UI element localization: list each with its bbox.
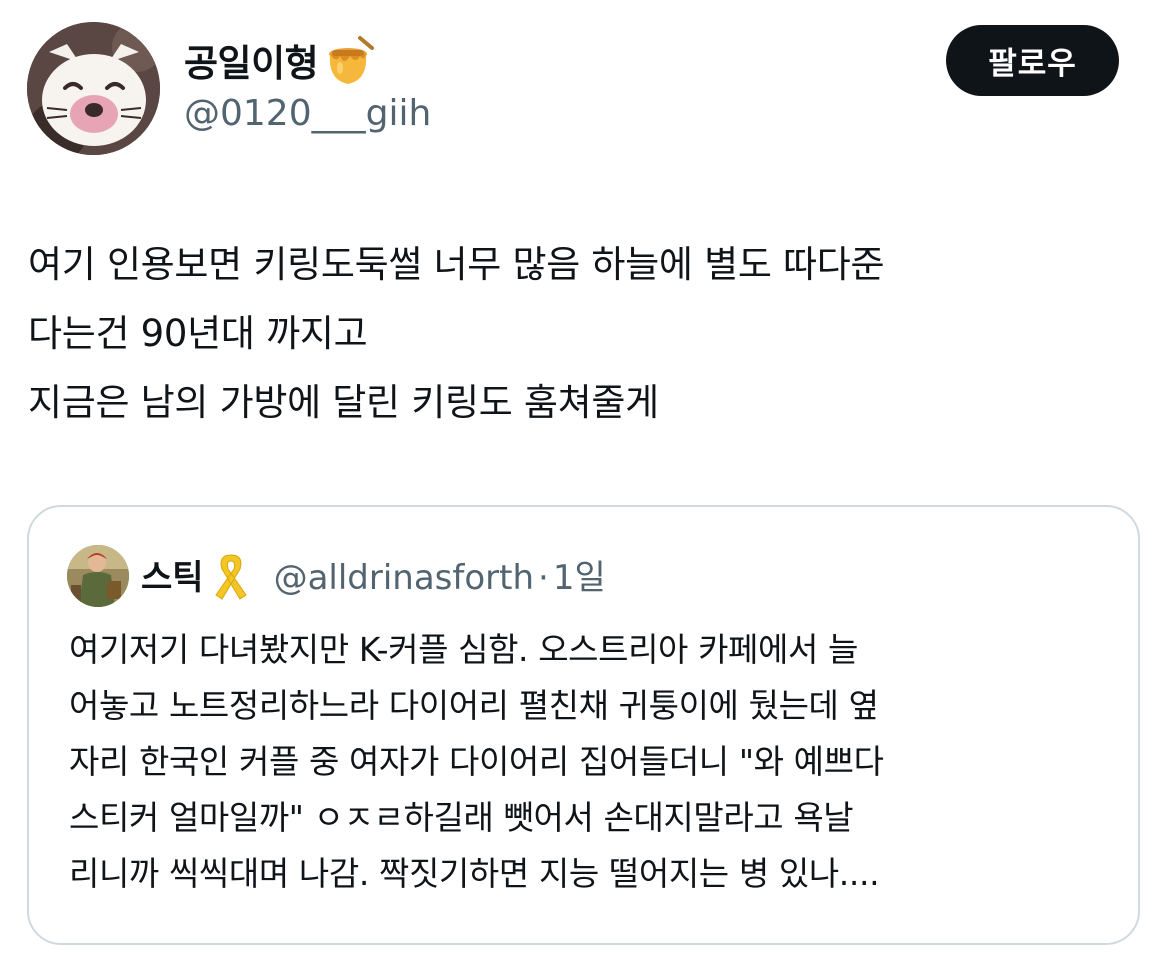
tweet-text-line: 다는건 90년대 까지고 (28, 312, 368, 355)
yellow-ribbon-icon (214, 551, 248, 605)
author-avatar[interactable] (27, 22, 160, 155)
quoted-tweet-card[interactable]: 스틱 @alldrinasforth · 1일 여기저기 다녀봤지만 K-커플 … (27, 505, 1140, 945)
painting-avatar-image (67, 545, 129, 607)
quoted-text-line: 스티커 얼마일까" ㅇㅈㄹ하길래 뺏어서 손대지말라고 욕날 (69, 798, 854, 837)
tweet-text-line: 지금은 남의 가방에 달린 키링도 훔쳐줄게 (28, 381, 659, 424)
follow-button[interactable]: 팔로우 (946, 25, 1119, 96)
quoted-tweet-text: 여기저기 다녀봤지만 K-커플 심함. 오스트리아 카페에서 늘 어놓고 노트정… (69, 622, 1109, 902)
author-display-name[interactable]: 공일이형 (184, 45, 319, 82)
quoted-tweet-timestamp[interactable]: 1일 (553, 561, 606, 595)
quoted-text-line: 리니까 씩씩대며 나감. 짝짓기하면 지능 떨어지는 병 있나.... (69, 854, 880, 893)
author-name-row[interactable]: 공일이형 (184, 34, 378, 92)
tweet-text: 여기 인용보면 키링도둑썰 너무 많음 하늘에 별도 따다준 다는건 90년대 … (28, 230, 1138, 437)
quoted-author-display-name[interactable]: 스틱 (141, 561, 204, 595)
separator-dot: · (538, 558, 549, 598)
tweet-text-line: 여기 인용보면 키링도둑썰 너무 많음 하늘에 별도 따다준 (28, 243, 885, 286)
quoted-author-row[interactable]: 스틱 @alldrinasforth · 1일 (141, 551, 606, 605)
quoted-text-line: 여기저기 다녀봤지만 K-커플 심함. 오스트리아 카페에서 늘 (69, 630, 858, 669)
cat-avatar-image (27, 22, 160, 155)
quoted-author-handle[interactable]: @alldrinasforth (274, 561, 534, 595)
honey-pot-icon (324, 34, 378, 92)
quoted-text-line: 자리 한국인 커플 중 여자가 다이어리 집어들더니 "와 예쁘다 (69, 742, 884, 781)
quoted-text-line: 어놓고 노트정리하느라 다이어리 펼친채 귀퉁이에 뒀는데 옆 (69, 686, 879, 725)
author-handle[interactable]: @0120___giih (184, 96, 431, 132)
quoted-author-avatar[interactable] (67, 545, 129, 607)
